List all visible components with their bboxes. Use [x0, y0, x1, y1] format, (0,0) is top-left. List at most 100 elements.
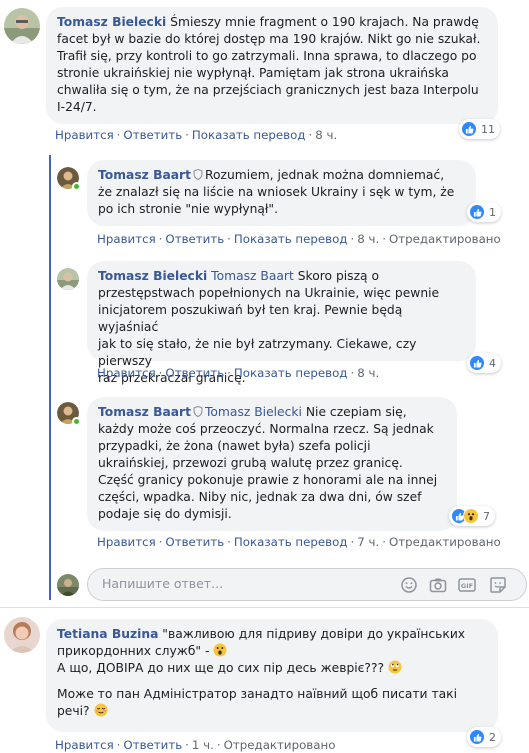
- like-link[interactable]: Нравится: [97, 366, 156, 380]
- divider: [0, 607, 529, 608]
- comment-text-line: Rozumiem, jednak można domniemać,: [204, 168, 445, 182]
- like-reaction-icon: [461, 121, 477, 137]
- avatar[interactable]: [57, 268, 79, 290]
- thread-line: [49, 155, 51, 600]
- translate-link[interactable]: Показать перевод: [192, 128, 306, 142]
- comment-text-line: jak to się stało, że nie był zatrzymany.…: [98, 337, 417, 368]
- reply-link[interactable]: Ответить: [165, 232, 224, 246]
- wow-emoji-icon: [213, 643, 227, 657]
- comment-author[interactable]: Tomasz Bielecki: [98, 269, 207, 283]
- reaction-count: 11: [481, 122, 495, 136]
- comment-text-line: podaje się do dymisji.: [98, 507, 232, 521]
- avatar[interactable]: [57, 167, 81, 191]
- reaction-count: 1: [489, 205, 496, 219]
- comment-actions: Нравится · Ответить · Показать перевод · 8 ч.: [55, 128, 338, 142]
- camera-icon[interactable]: [429, 576, 447, 594]
- sticker-icon[interactable]: [489, 576, 507, 594]
- svg-text:GIF: GIF: [461, 582, 473, 590]
- timestamp[interactable]: 1 ч.: [192, 738, 214, 752]
- gif-icon[interactable]: GIF: [458, 576, 476, 594]
- comment-text-line: facet był w bazie do której dostęp ma 19…: [57, 32, 481, 46]
- translate-link[interactable]: Показать перевод: [234, 366, 348, 380]
- reaction-summary[interactable]: 1: [467, 202, 501, 222]
- reaction-count: 4: [489, 356, 496, 370]
- comment-text-line: po ich stronie "nie wypłynął".: [98, 202, 278, 216]
- edited-label[interactable]: Отредактировано: [389, 535, 501, 549]
- comment-actions: Нравится · Ответить · Показать перевод · 8 ч. ·…: [97, 232, 501, 246]
- reply-link[interactable]: Ответить: [165, 366, 224, 380]
- comment-text-line: "важливою для підриву довіри до українсь…: [162, 627, 466, 641]
- comment-bubble: Tomasz Bielecki Śmieszy mnie fragment o …: [46, 7, 498, 124]
- reply-link[interactable]: Ответить: [123, 738, 182, 752]
- reply-link[interactable]: Ответить: [165, 535, 224, 549]
- timestamp[interactable]: 8 ч.: [315, 128, 337, 142]
- like-reaction-icon: [469, 729, 485, 745]
- reaction-summary[interactable]: 2: [467, 727, 501, 747]
- emoji-icon[interactable]: [400, 576, 418, 594]
- like-link[interactable]: Нравится: [55, 738, 114, 752]
- timestamp[interactable]: 7 ч.: [357, 535, 379, 549]
- comment-text-line: przestępstwach popełnionych na Ukrainie,…: [98, 286, 440, 300]
- comment-bubble: Tomasz Bielecki Tomasz Baart Skoro piszą…: [87, 261, 476, 385]
- tagged-user[interactable]: Tomasz Baart: [211, 269, 294, 283]
- comment-bubble: Tomasz Baart Tomasz Bielecki Nie czepiam …: [87, 397, 457, 531]
- comment-author[interactable]: Tetiana Buzina: [57, 627, 158, 641]
- comment-bubble: Tomasz Baart Rozumiem, jednak można domni…: [87, 160, 476, 226]
- comment-text-line: I-24/7.: [57, 100, 97, 114]
- comment-bubble: Tetiana Buzina "важливою для підриву дов…: [46, 619, 498, 732]
- comment-actions: Нравится · Ответить · Показать перевод · 8 ч.: [97, 366, 380, 380]
- avatar[interactable]: [4, 617, 40, 653]
- online-indicator: [72, 417, 81, 426]
- reply-link[interactable]: Ответить: [123, 128, 182, 142]
- comment-text-line: każdy może coś przeoczyć. Normalna rzecz…: [98, 422, 434, 436]
- edited-label[interactable]: Отредактировано: [224, 738, 336, 752]
- comment-actions: Нравится · Ответить · Показать перевод · 7 ч. ·…: [97, 535, 501, 549]
- avatar[interactable]: [4, 8, 40, 44]
- comment-text-line: речі?: [57, 704, 90, 718]
- translate-link[interactable]: Показать перевод: [234, 232, 348, 246]
- reaction-summary[interactable]: 4: [467, 353, 501, 373]
- online-indicator: [72, 182, 81, 191]
- comment-text-line: прикордонних служб" -: [57, 644, 210, 658]
- current-user-avatar[interactable]: [57, 574, 79, 596]
- reaction-summary[interactable]: 11: [459, 119, 500, 139]
- comment-author[interactable]: Tomasz Baart: [98, 405, 191, 419]
- reply-input[interactable]: [102, 576, 382, 591]
- shield-icon: [193, 169, 203, 180]
- comment-author[interactable]: Tomasz Bielecki: [57, 15, 166, 29]
- comment-text-line: Може то пан Адміністратор занадто наївни…: [57, 687, 457, 701]
- relieved-emoji-icon: [94, 703, 108, 717]
- like-reaction-icon: [469, 204, 485, 220]
- comment-text-line: przypadki, że żona (nawet była) szefa po…: [98, 439, 371, 453]
- comment-text-line: części, wpadka. Niby nic, jednak za dwa …: [98, 490, 422, 504]
- comment-author[interactable]: Tomasz Baart: [98, 168, 191, 182]
- comment-text-line: stronie ukraińskiej nie wypłynął. Pamięt…: [57, 66, 449, 80]
- comment-text-line: inicjatorem poszukiwań był ten kraj. Pew…: [98, 303, 403, 334]
- rolling-eyes-emoji-icon: [388, 660, 402, 674]
- comment-text-line: Część granicy pokonuje prawie z honorami…: [98, 473, 438, 487]
- tagged-user[interactable]: Tomasz Bielecki: [205, 405, 302, 419]
- comment-text-line: chwaliła się o tym, że na przejściach gr…: [57, 83, 479, 97]
- translate-link[interactable]: Показать перевод: [234, 535, 348, 549]
- comment-text-line: А що, ДОВІРА до них ще до сих пір десь ж…: [57, 661, 385, 675]
- reaction-summary[interactable]: 7: [449, 506, 495, 526]
- comment-text-line: Skoro piszą o: [297, 269, 379, 283]
- comment-text-line: że znalazł się na liście na wniosek Ukra…: [98, 185, 455, 199]
- comment-text-line: ukraińskiej, przewozi grubą walutę przez…: [98, 456, 403, 470]
- comment-actions: Нравится · Ответить · 1 ч. · Отредактировано: [55, 738, 336, 752]
- reaction-count: 2: [489, 730, 496, 744]
- avatar[interactable]: [57, 402, 81, 426]
- comment-text-line: Nie czepiam się,: [305, 405, 407, 419]
- like-link[interactable]: Нравится: [55, 128, 114, 142]
- reply-composer: GIF: [87, 568, 527, 601]
- timestamp[interactable]: 8 ч.: [357, 366, 379, 380]
- comment-text-line: Śmieszy mnie fragment o 190 krajach. Na …: [170, 15, 479, 29]
- shield-icon: [193, 406, 203, 417]
- like-reaction-icon: [469, 355, 485, 371]
- timestamp[interactable]: 8 ч.: [357, 232, 379, 246]
- wow-reaction-icon: [463, 508, 479, 524]
- like-link[interactable]: Нравится: [97, 232, 156, 246]
- comment-text-line: Trafił się, przy kontroli to go zatrzyma…: [57, 49, 477, 63]
- edited-label[interactable]: Отредактировано: [389, 232, 501, 246]
- like-link[interactable]: Нравится: [97, 535, 156, 549]
